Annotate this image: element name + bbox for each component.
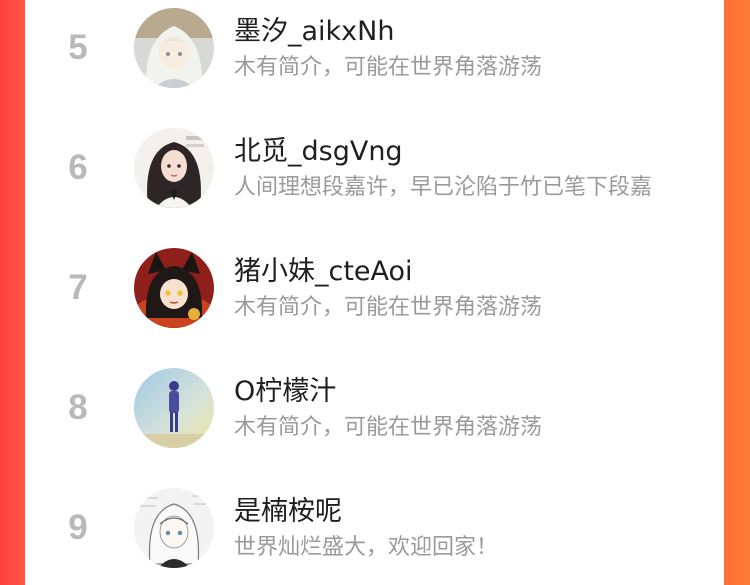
avatar[interactable]: [134, 488, 214, 568]
avatar-silhouette-sky-icon: [134, 368, 214, 448]
ranking-row[interactable]: 5 墨汐_aikxNh 木有简介，可能在世界角落游荡: [25, 0, 724, 108]
user-bio: 人间理想段嘉许，早已沦陷于竹已笔下段嘉: [234, 175, 653, 200]
user-name[interactable]: O柠檬汁: [234, 376, 336, 408]
rank-number: 9: [68, 508, 88, 547]
rank-number: 7: [68, 268, 88, 307]
avatar-white-hair-girl-icon: [134, 8, 214, 88]
ranking-card: 5 墨汐_aikxNh 木有简介，可能在世界角落游荡 6 北觅_dsgVng 人…: [25, 0, 724, 585]
user-name[interactable]: 是楠桉呢: [234, 496, 342, 528]
user-name[interactable]: 墨汐_aikxNh: [234, 16, 394, 48]
user-bio: 木有简介，可能在世界角落游荡: [234, 295, 543, 320]
user-name[interactable]: 北觅_dsgVng: [234, 136, 403, 168]
user-name[interactable]: 猪小妹_cteAoi: [234, 256, 413, 288]
ranking-row[interactable]: 8 O柠檬汁 木有简介，可能在世界角落游荡: [25, 348, 724, 468]
ranking-row[interactable]: 6 北觅_dsgVng 人间理想段嘉许，早已沦陷于竹已笔下段嘉: [25, 108, 724, 228]
avatar-dark-hair-girl-icon: [134, 128, 214, 208]
user-bio: 木有简介，可能在世界角落游荡: [234, 55, 543, 80]
rank-number: 8: [68, 388, 88, 427]
rank-number: 5: [68, 28, 88, 67]
user-bio: 木有简介，可能在世界角落游荡: [234, 415, 543, 440]
avatar-cat-ear-girl-icon: [134, 248, 214, 328]
avatar-sketch-girl-icon: [134, 488, 214, 568]
avatar[interactable]: [134, 8, 214, 88]
ranking-row[interactable]: 9 是楠桉呢 世界灿烂盛大，欢迎回家！: [25, 468, 724, 585]
user-bio: 世界灿烂盛大，欢迎回家！: [234, 535, 499, 560]
rank-number: 6: [68, 148, 88, 187]
avatar[interactable]: [134, 368, 214, 448]
avatar[interactable]: [134, 248, 214, 328]
avatar[interactable]: [134, 128, 214, 208]
ranking-row[interactable]: 7 猪小妹_cteAoi 木有简介，可能在世界角落游荡: [25, 228, 724, 348]
